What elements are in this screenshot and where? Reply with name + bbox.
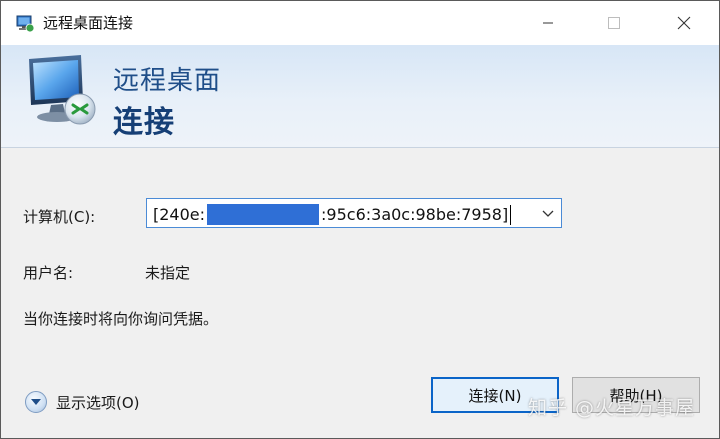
computer-value-prefix: [240e: — [153, 205, 206, 224]
redacted-address-segment — [207, 204, 320, 225]
credentials-info-text: 当你连接时将向你询问凭据。 — [23, 310, 219, 328]
watermark-text: 知乎 @火星万事屋 — [528, 397, 696, 419]
close-button[interactable] — [661, 1, 707, 45]
computer-value-suffix: :95c6:3a0c:98be:7958] — [321, 205, 509, 224]
minimize-icon — [543, 22, 553, 24]
expand-options-icon[interactable] — [25, 391, 47, 413]
maximize-icon — [608, 17, 620, 29]
remote-desktop-window: 远程桌面连接 远程桌面 连接 计算机(C): [240e::95c6:3a0c… — [0, 0, 720, 439]
computer-combobox[interactable]: [240e: :95c6:3a0c:98be:7958] — [146, 198, 562, 228]
window-title: 远程桌面连接 — [43, 14, 134, 32]
show-options-label[interactable]: 显示选项(O) — [56, 392, 140, 413]
header-banner: 远程桌面 连接 — [1, 45, 719, 148]
computer-label: 计算机(C): — [23, 208, 96, 226]
username-label: 用户名: — [23, 264, 74, 282]
maximize-button[interactable] — [591, 1, 637, 45]
show-options-toggle[interactable]: 显示选项(O) — [25, 389, 140, 415]
title-bar[interactable]: 远程桌面连接 — [1, 1, 719, 45]
chevron-down-icon — [31, 399, 41, 405]
banner-subtitle: 连接 — [113, 105, 175, 140]
remote-desktop-monitor-icon — [29, 55, 96, 125]
remote-desktop-app-icon — [16, 15, 35, 33]
computer-input[interactable]: [240e: :95c6:3a0c:98be:7958] — [153, 204, 512, 225]
text-caret — [510, 204, 512, 225]
banner-title: 远程桌面 — [113, 66, 222, 96]
chevron-down-icon[interactable] — [541, 206, 555, 220]
close-icon — [677, 16, 691, 30]
username-value: 未指定 — [145, 264, 191, 282]
minimize-button[interactable] — [525, 1, 571, 45]
